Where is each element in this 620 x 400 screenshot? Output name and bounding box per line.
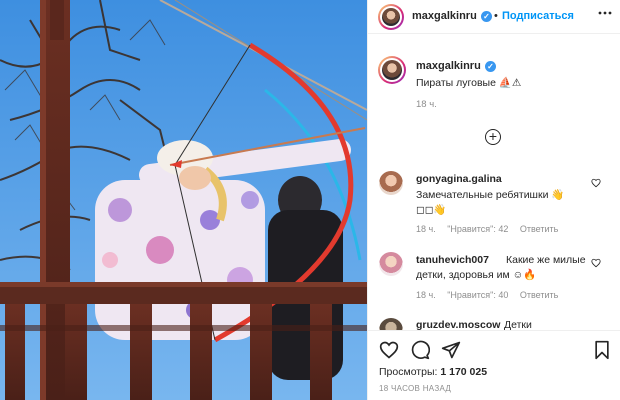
caption-time[interactable]: 18 ч. xyxy=(416,99,437,110)
post-side-panel: maxgalkinru ✓ • Подписаться maxgalkinru … xyxy=(367,0,620,400)
caption-author-avatar[interactable] xyxy=(378,56,406,84)
post-image[interactable] xyxy=(0,0,367,400)
comment-meta: 18 ч. "Нравится": 42 Ответить xyxy=(416,224,567,234)
caption-verified-badge-icon: ✓ xyxy=(485,61,496,72)
comment-text-continued: детки, здоровья им ☺🔥 xyxy=(416,269,537,281)
comment-text: Какие же милые xyxy=(506,254,586,266)
reply-button[interactable]: Ответить xyxy=(520,290,558,300)
comment-likes[interactable]: "Нравится": 42 xyxy=(447,224,508,234)
caption-text: Пираты луговые ⛵⚠ xyxy=(416,77,522,89)
comment-meta: 18 ч. "Нравится": 40 Ответить xyxy=(416,290,567,300)
save-bookmark-icon[interactable] xyxy=(593,340,611,360)
views-count[interactable]: Просмотры: 1 170 025 xyxy=(379,366,487,378)
comment-text: Замечательные ребятишки 👋 xyxy=(416,189,565,201)
views-label: Просмотры: xyxy=(379,366,438,378)
commenter-avatar[interactable] xyxy=(379,171,403,195)
like-heart-icon[interactable] xyxy=(379,340,399,360)
verified-badge-icon: ✓ xyxy=(481,11,492,22)
comment-bubble-icon[interactable] xyxy=(410,340,430,360)
post-actions-bar: Просмотры: 1 170 025 18 ЧАСОВ НАЗАД xyxy=(368,330,620,400)
like-comment-heart-icon[interactable] xyxy=(591,178,601,188)
reply-button[interactable]: Ответить xyxy=(520,224,558,234)
views-number: 1 170 025 xyxy=(440,366,488,378)
commenter-avatar[interactable] xyxy=(379,252,403,276)
comment-username[interactable]: tanuhevich007 xyxy=(416,254,489,266)
comment-username[interactable]: gonyagina.galina xyxy=(416,173,502,185)
author-username[interactable]: maxgalkinru xyxy=(412,10,477,22)
comment-text-continued: ◻◻👋 xyxy=(416,204,447,216)
instagram-post-view: maxgalkinru ✓ • Подписаться maxgalkinru … xyxy=(0,0,620,400)
more-options-icon[interactable] xyxy=(598,6,612,23)
share-direct-icon[interactable] xyxy=(441,340,461,360)
separator-dot: • xyxy=(494,10,498,22)
comment-time[interactable]: 18 ч. xyxy=(416,290,436,300)
like-comment-heart-icon[interactable] xyxy=(591,258,601,268)
posted-time-ago[interactable]: 18 ЧАСОВ НАЗАД xyxy=(379,384,451,393)
comment-likes[interactable]: "Нравится": 40 xyxy=(447,290,508,300)
follow-button[interactable]: Подписаться xyxy=(502,10,574,22)
author-avatar[interactable] xyxy=(378,4,404,30)
load-more-comments-icon[interactable]: + xyxy=(485,129,501,145)
post-header: maxgalkinru ✓ • Подписаться xyxy=(368,0,620,34)
caption-username[interactable]: maxgalkinru xyxy=(416,60,481,72)
comment-time[interactable]: 18 ч. xyxy=(416,224,436,234)
